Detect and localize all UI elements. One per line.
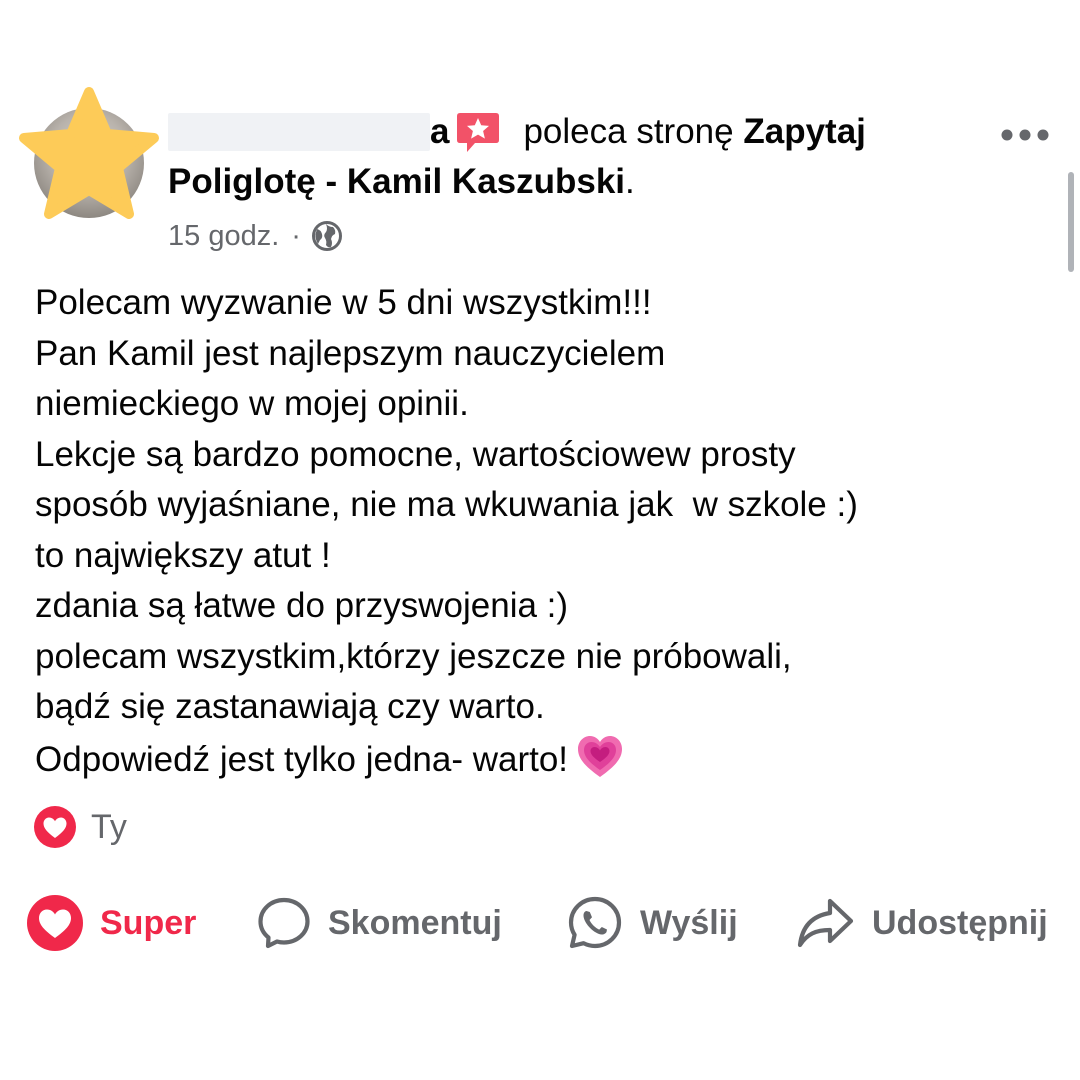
super-reaction-button[interactable]: Super xyxy=(26,890,196,956)
post-body-line: Pan Kamil jest najlepszym nauczycielem xyxy=(35,333,666,373)
more-horizontal-icon xyxy=(1001,129,1049,141)
page-name-period: . xyxy=(625,162,635,201)
post-body-line: polecam wszystkim,którzy jeszcze nie pró… xyxy=(35,636,792,676)
author-name[interactable]: a xyxy=(430,112,449,152)
page-name-link-part2[interactable]: Poliglotę - Kamil Kaszubski xyxy=(168,162,625,201)
send-whatsapp-button[interactable]: Wyślij xyxy=(566,890,738,956)
send-label: Wyślij xyxy=(640,903,738,942)
recommendation-badge-icon xyxy=(457,113,500,152)
page-name-continuation: Poliglotę - Kamil Kaszubski. xyxy=(168,162,635,202)
post-body-line: to największy atut ! xyxy=(35,535,331,575)
reactions-label: Ty xyxy=(91,807,127,846)
share-label: Udostępnij xyxy=(872,903,1048,942)
globe-icon[interactable] xyxy=(311,220,343,252)
heart-reaction-icon xyxy=(27,895,83,951)
whatsapp-icon xyxy=(568,896,622,949)
post-body-line: Lekcje są bardzo pomocne, wartościowew p… xyxy=(35,434,796,474)
scrollbar-thumb[interactable] xyxy=(1068,172,1074,272)
more-options-button[interactable] xyxy=(995,110,1055,160)
post-action-bar: Super Skomentuj Wyślij Udostępnij xyxy=(0,890,1080,956)
post-body-line: bądź się zastanawiają czy warto. xyxy=(35,687,545,726)
comment-label: Skomentuj xyxy=(328,903,502,942)
page-name-link[interactable]: Zapytaj xyxy=(743,112,866,152)
share-arrow-icon xyxy=(797,898,854,948)
growing-heart-emoji-icon xyxy=(578,735,623,777)
comment-button[interactable]: Skomentuj xyxy=(256,890,502,956)
share-button[interactable]: Udostępnij xyxy=(796,890,1048,956)
post-body-line: niemieckiego w mojej opinii. xyxy=(35,384,469,423)
recommend-verb: poleca stronę xyxy=(523,112,734,151)
post-time[interactable]: 15 godz. xyxy=(168,220,279,253)
super-label: Super xyxy=(100,903,197,942)
redacted-author-name xyxy=(168,113,430,151)
author-avatar[interactable] xyxy=(18,86,160,228)
reactions-summary[interactable]: Ty xyxy=(33,804,127,850)
post-body-line: sposób wyjaśniane, nie ma wkuwania jak w… xyxy=(35,485,858,524)
meta-separator: · xyxy=(291,219,301,252)
post-body-last-line: Odpowiedź jest tylko jedna- warto! xyxy=(35,733,1045,784)
post-body-line: Polecam wyzwanie w 5 dni wszystkim!!! xyxy=(35,283,652,322)
post-body-line-text: Odpowiedź jest tylko jedna- warto! xyxy=(35,739,569,779)
love-reaction-icon xyxy=(34,806,76,848)
comment-icon xyxy=(258,897,310,949)
post-header: a poleca stronę Zapytaj xyxy=(168,108,866,156)
post-body-line: zdania są łatwe do przyswojenia :) xyxy=(35,586,569,625)
star-icon xyxy=(19,87,159,219)
post-meta: 15 godz. · xyxy=(168,216,343,256)
facebook-post: a poleca stronę Zapytaj Poliglotę - Kami… xyxy=(0,0,1080,1080)
post-body: Polecam wyzwanie w 5 dni wszystkim!!! Pa… xyxy=(35,278,1045,783)
